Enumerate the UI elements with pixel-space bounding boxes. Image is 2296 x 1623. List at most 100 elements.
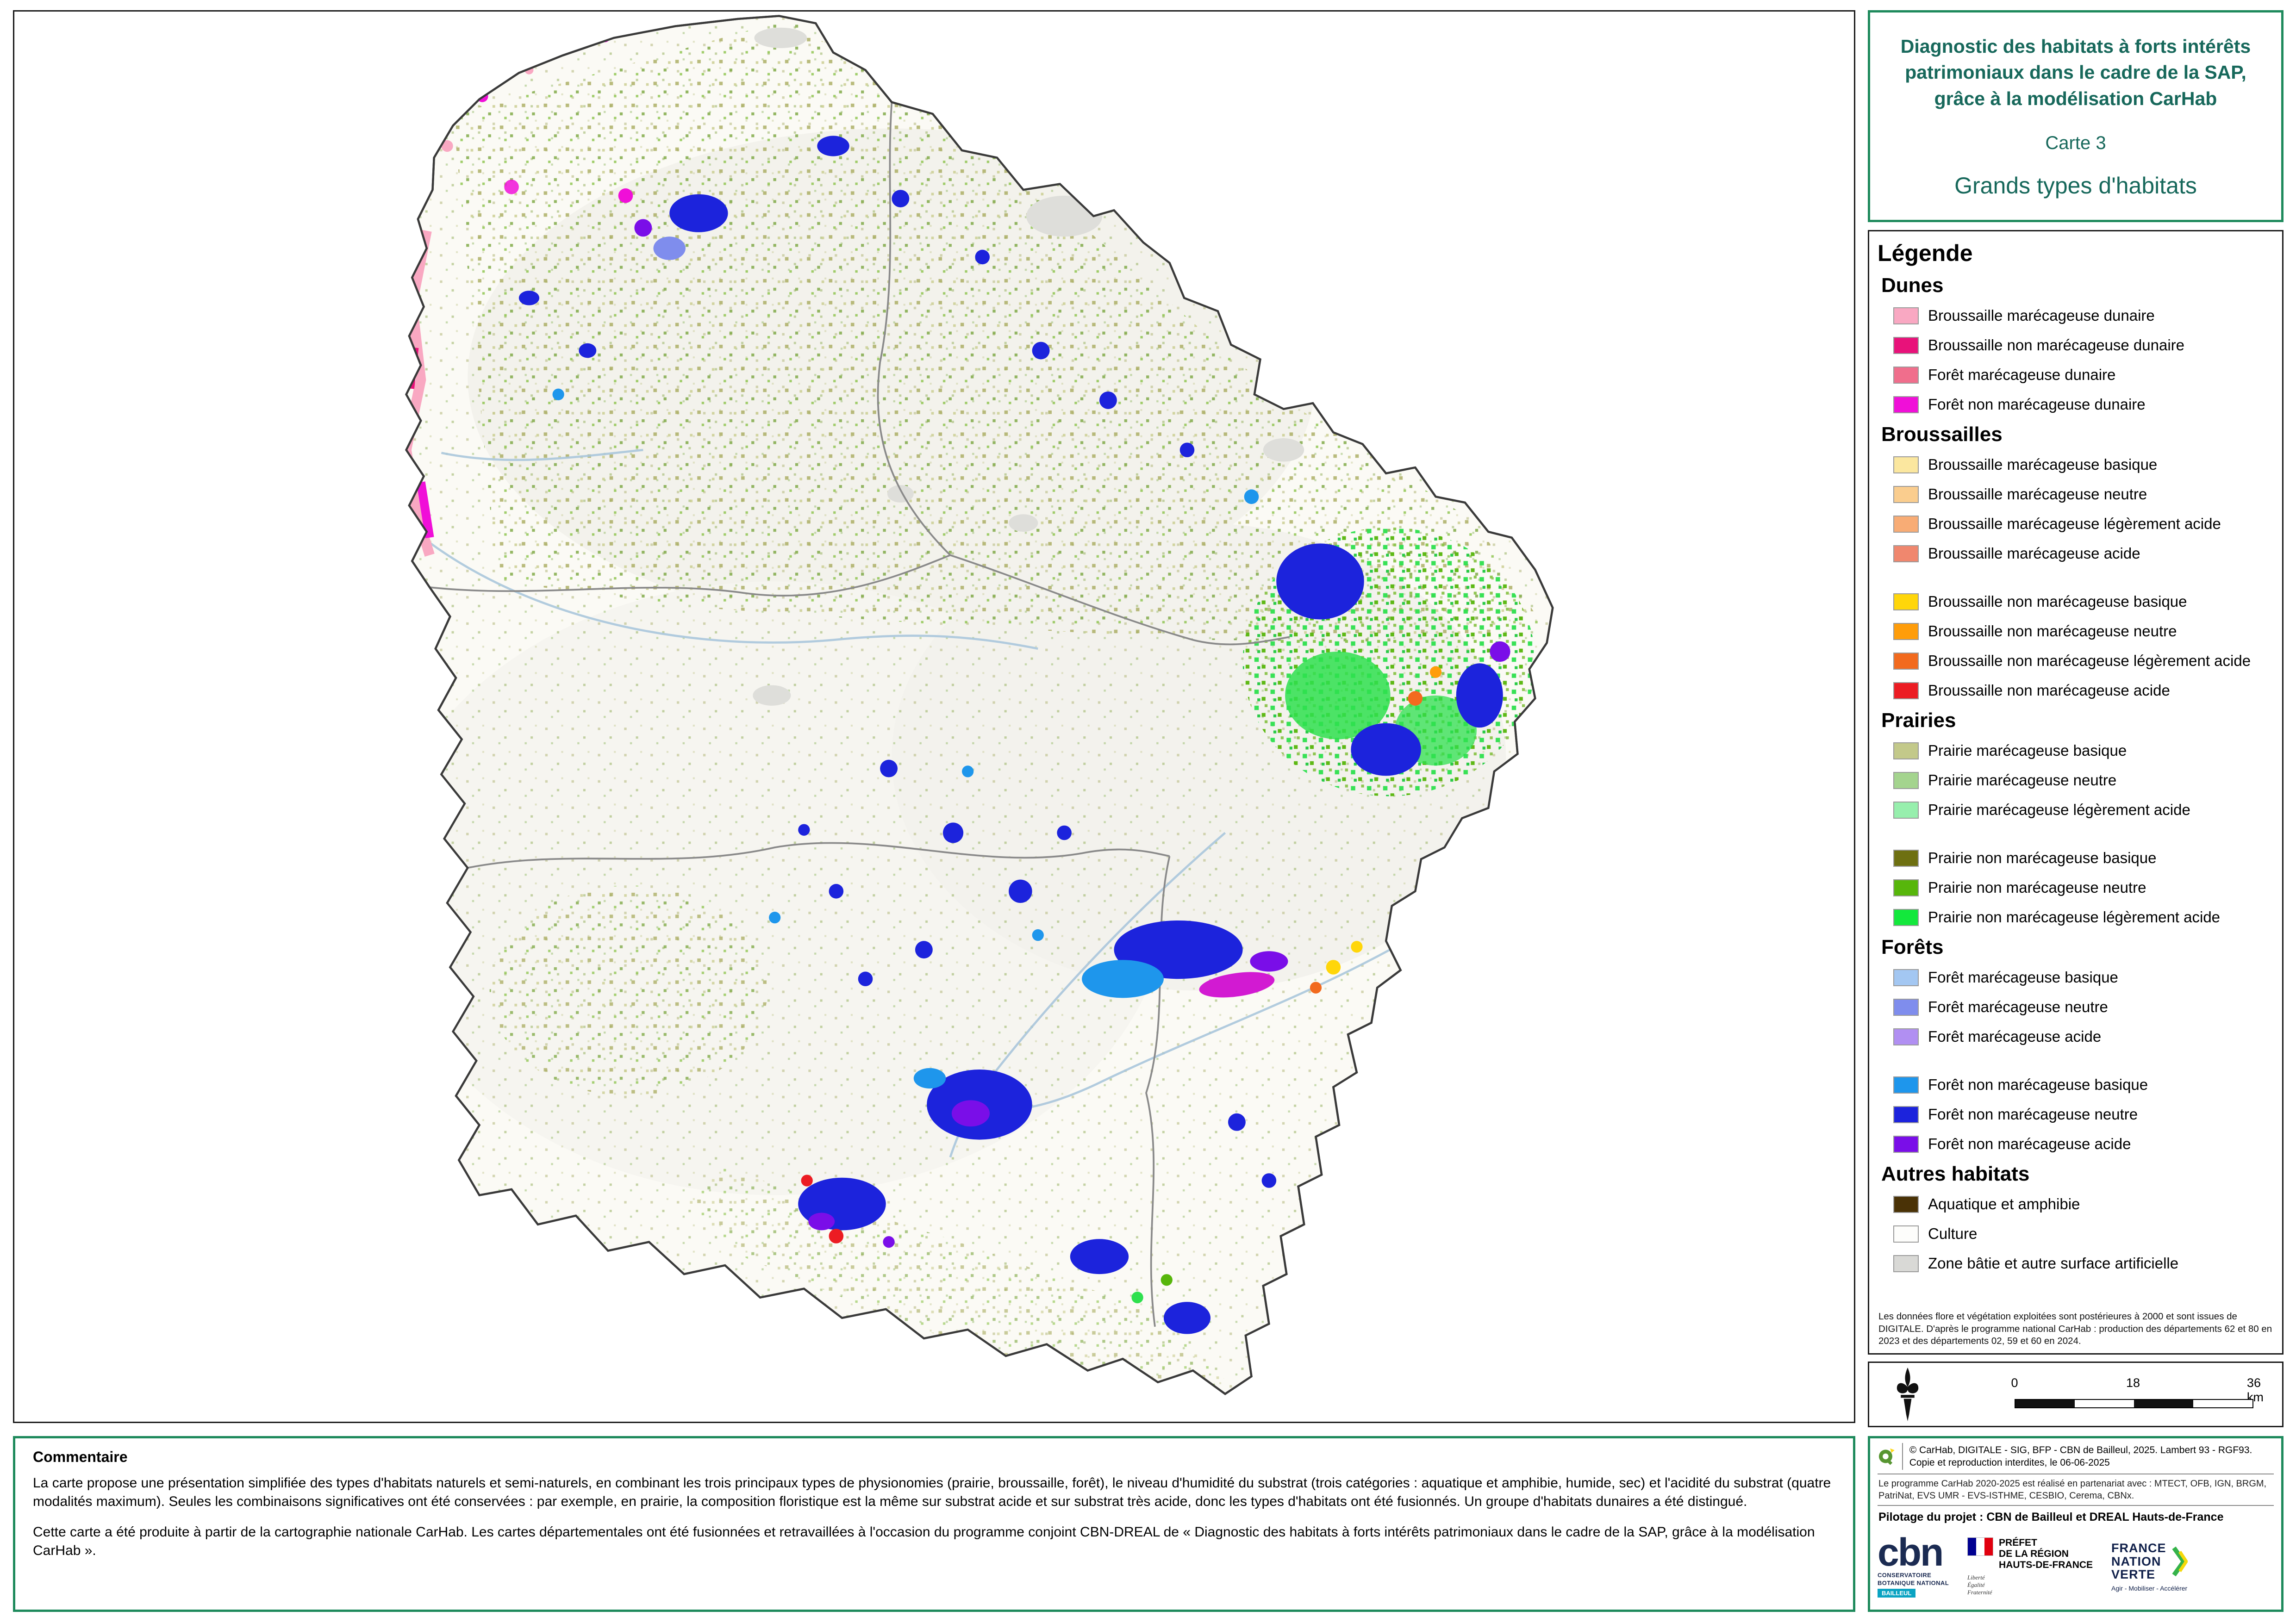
map-title: Diagnostic des habitats à forts intérêts… [1886,33,2265,112]
legend-swatch [1893,909,1919,926]
legend-item-label: Prairie marécageuse légèrement acide [1928,801,2190,819]
legend-swatch [1893,1136,1919,1153]
prefet-motto-line1: Liberté [1967,1574,2093,1581]
comment-heading: Commentaire [33,1449,1835,1466]
legend-item: Broussaille non marécageuse basique [1876,587,2277,616]
legend-item: Broussaille non marécageuse dunaire [1876,330,2277,360]
legend-item-label: Broussaille non marécageuse acide [1928,682,2170,699]
comment-box: Commentaire La carte propose une présent… [13,1436,1855,1612]
legend-item-label: Prairie non marécageuse basique [1928,849,2156,867]
prefet-motto-line3: Fraternité [1967,1589,2093,1596]
legend-item-label: Broussaille non marécageuse neutre [1928,622,2177,640]
cbn-caption-line2: BOTANIQUE NATIONAL [1878,1579,1949,1586]
legend-swatch [1893,1196,1919,1213]
legend-item: Prairie non marécageuse légèrement acide [1876,902,2277,932]
fnv-tagline: Agir - Mobiliser - Accélérer [2111,1585,2188,1592]
legend-item: Broussaille marécageuse neutre [1876,479,2277,509]
legend-group-prairies: Prairies [1881,709,2277,732]
cbn-logo: cbn CONSERVATOIRE BOTANIQUE NATIONAL BAI… [1878,1536,1949,1598]
prefet-logo: PRÉFET DE LA RÉGION HAUTS-DE-FRANCE Libe… [1967,1537,2093,1597]
legend-group-broussailles: Broussailles [1881,423,2277,446]
legend-item-label: Prairie marécageuse neutre [1928,771,2116,789]
legend-swatch [1893,307,1919,324]
prefet-line2: DE LA RÉGION [1999,1548,2093,1560]
cbn-acronym: cbn [1878,1536,1949,1569]
scale-box: 0 18 36 km [1868,1362,2284,1427]
legend-item: Broussaille marécageuse acide [1876,539,2277,568]
title-box: Diagnostic des habitats à forts intérêts… [1868,10,2284,222]
french-flag-icon [1967,1537,1993,1556]
legend-item: Zone bâtie et autre surface artificielle [1876,1249,2277,1278]
legend-swatch [1893,1076,1919,1094]
legend-item-label: Broussaille marécageuse acide [1928,545,2140,562]
legend-item-label: Prairie non marécageuse neutre [1928,879,2146,896]
legend-swatch [1893,1028,1919,1045]
france-nation-verte-logo: FRANCE NATION VERTE Agir - Mobiliser - A… [2111,1542,2188,1592]
legend-item: Broussaille non marécageuse acide [1876,676,2277,705]
legend-item: Culture [1876,1219,2277,1249]
pilotage-text: Pilotage du projet : CBN de Bailleul et … [1878,1506,2274,1526]
legend-group-autres: Autres habitats [1881,1163,2277,1186]
legend-item: Forêt non marécageuse neutre [1876,1100,2277,1129]
legend-group-forets: Forêts [1881,936,2277,959]
legend-item-label: Prairie marécageuse basique [1928,742,2127,759]
legend-swatch [1893,396,1919,413]
legend-item-label: Forêt non marécageuse acide [1928,1135,2131,1153]
legend-swatch [1893,456,1919,473]
prefet-line3: HAUTS-DE-FRANCE [1999,1560,2093,1571]
legend-swatch [1893,1225,1919,1243]
legend-item-label: Forêt marécageuse basique [1928,969,2118,986]
legend-item: Broussaille non marécageuse neutre [1876,616,2277,646]
legend-item-label: Forêt marécageuse dunaire [1928,366,2115,384]
legend-item: Broussaille marécageuse dunaire [1876,301,2277,330]
legend-item-label: Forêt non marécageuse basique [1928,1076,2148,1094]
legend-item-label: Forêt marécageuse acide [1928,1028,2101,1045]
legend-item: Forêt non marécageuse dunaire [1876,390,2277,419]
map-subtitle: Grands types d'habitats [1954,172,2197,199]
legend-swatch [1893,682,1919,699]
divider [1902,1443,1903,1470]
legend-item: Prairie non marécageuse basique [1876,843,2277,873]
legend-item-label: Forêt non marécageuse dunaire [1928,396,2146,413]
copyright-text: © CarHab, DIGITALE - SIG, BFP - CBN de B… [1909,1444,2274,1469]
legend-item: Broussaille non marécageuse légèrement a… [1876,646,2277,676]
partnership-text: Le programme CarHab 2020-2025 est réalis… [1878,1474,2274,1506]
legend-item-label: Broussaille non marécageuse basique [1928,593,2187,610]
legend-swatch [1893,999,1919,1016]
legend-item-label: Broussaille marécageuse légèrement acide [1928,515,2221,533]
legend-swatch [1893,545,1919,562]
legend-swatch [1893,1106,1919,1123]
legend-swatch [1893,623,1919,640]
legend-swatch [1893,593,1919,610]
legend-swatch [1893,802,1919,819]
cbn-city-label: BAILLEUL [1878,1589,1915,1598]
fnv-line3: VERTE [2111,1568,2166,1581]
legend-swatch [1893,772,1919,789]
legend-swatch [1893,337,1919,354]
legend-item-label: Broussaille marécageuse dunaire [1928,307,2155,324]
scale-label-zero: 0 [2011,1376,2018,1390]
cbn-caption-line1: CONSERVATOIRE [1878,1572,1931,1579]
north-arrow-icon [1891,1368,1924,1421]
scale-label-mid: 18 [2126,1376,2140,1390]
legend-item-label: Zone bâtie et autre surface artificielle [1928,1255,2178,1272]
legend-item: Forêt non marécageuse acide [1876,1129,2277,1159]
legend-box: Légende Dunes Broussaille marécageuse du… [1868,230,2284,1355]
prefet-motto-line2: Égalité [1967,1581,2093,1589]
legend-item-label: Aquatique et amphibie [1928,1195,2080,1213]
map-frame [13,10,1855,1423]
legend-item-label: Broussaille marécageuse basique [1928,456,2157,473]
fnv-line2: NATION [2111,1555,2166,1568]
legend-swatch [1893,486,1919,503]
legend-item: Prairie non marécageuse neutre [1876,873,2277,902]
legend-item: Forêt marécageuse basique [1876,963,2277,992]
habitat-map-canvas [14,12,1854,1422]
legend-item: Broussaille marécageuse légèrement acide [1876,509,2277,539]
legend-item: Broussaille marécageuse basique [1876,450,2277,479]
legend-swatch [1893,969,1919,986]
fnv-chevron-icon [2172,1545,2188,1578]
legend-item-label: Forêt non marécageuse neutre [1928,1106,2138,1123]
legend-swatch [1893,516,1919,533]
credits-box: © CarHab, DIGITALE - SIG, BFP - CBN de B… [1868,1436,2284,1612]
legend-swatch [1893,850,1919,867]
